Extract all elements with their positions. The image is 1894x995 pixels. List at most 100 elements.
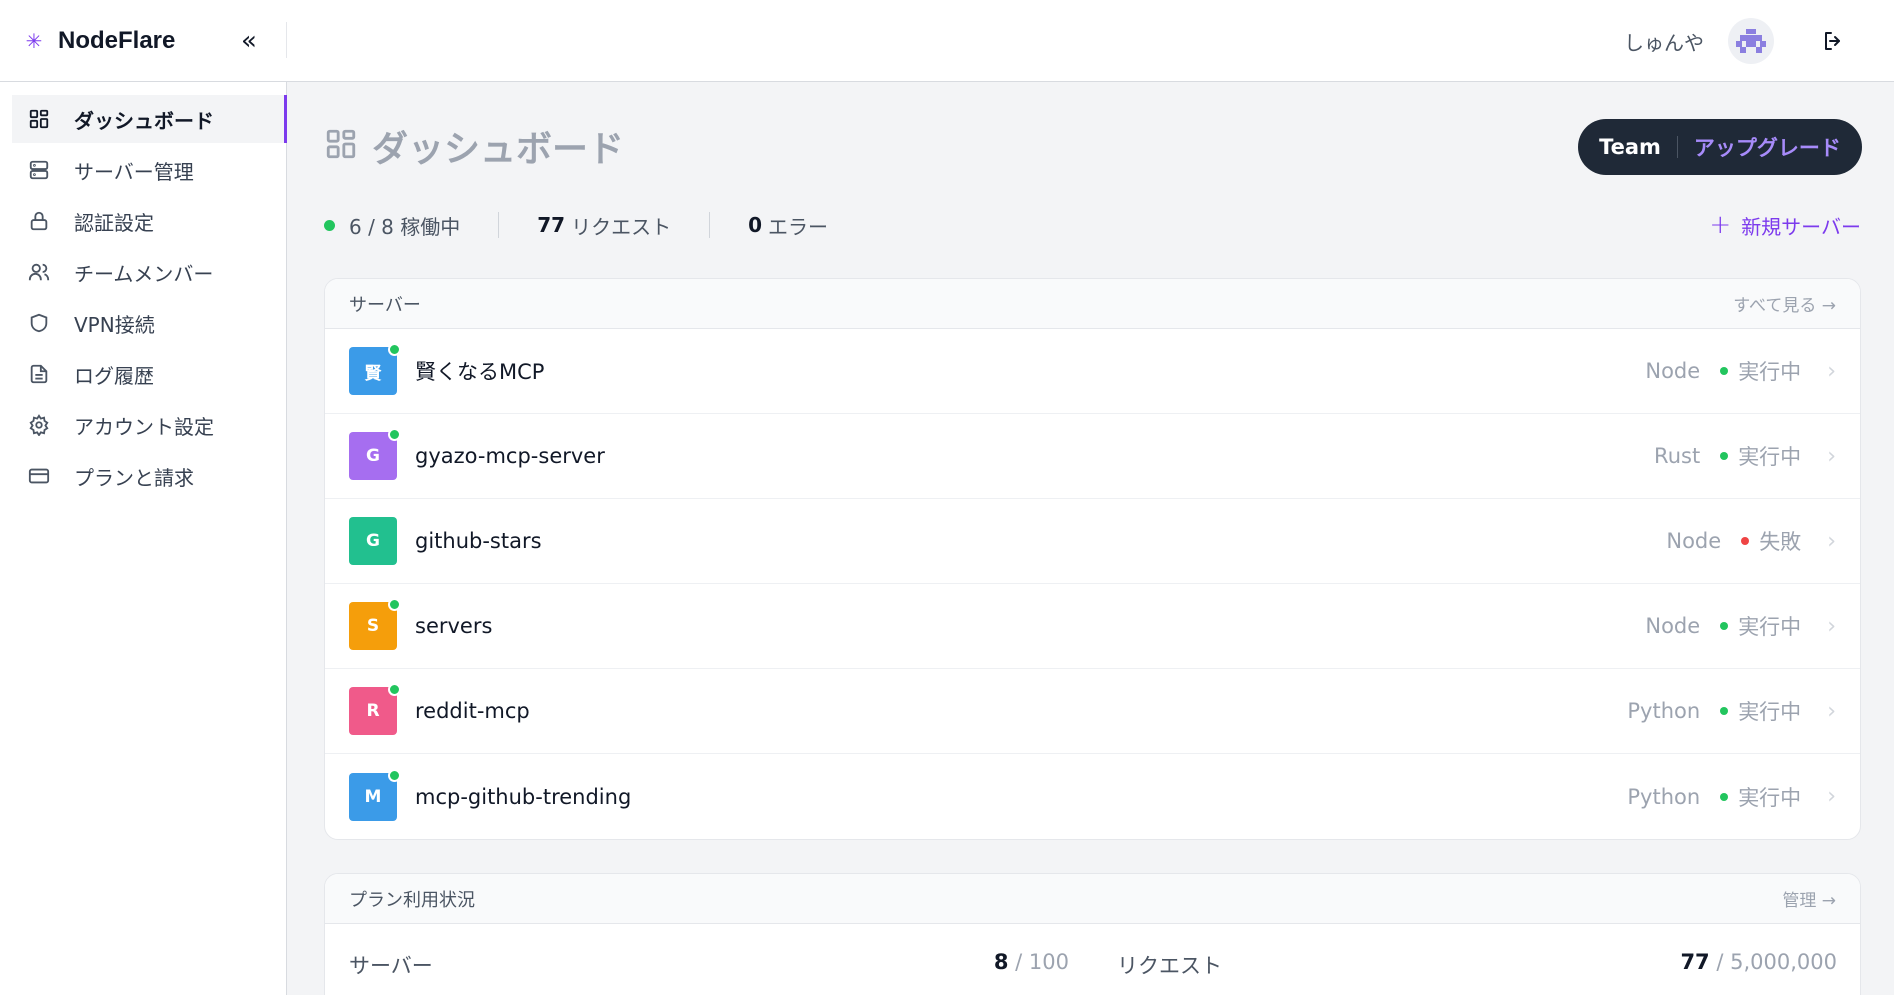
page-title-text: ダッシュボード: [372, 129, 625, 170]
usage-requests-label: リクエスト: [1117, 954, 1222, 978]
plan-upgrade-pill[interactable]: Team アップグレード: [1578, 119, 1862, 175]
server-list: 賢 賢くなるMCP Node 実行中 › Ggyazo-mcp-server Rust 実行中…: [325, 329, 1860, 839]
sidebar-item-vpn[interactable]: VPN接続: [12, 299, 286, 347]
sidebar-item-label: サーバー管理: [74, 159, 194, 184]
server-row[interactable]: Mmcp-github-trending Python 実行中 ›: [325, 754, 1860, 839]
server-initial: S: [366, 616, 380, 636]
stat-requests-value: 77: [537, 213, 566, 237]
username: しゅんや: [1624, 30, 1704, 55]
shield-icon: [26, 310, 52, 336]
servers-card-header: サーバー すべて見る →: [325, 279, 1860, 329]
sidebar-item-label: ダッシュボード: [74, 108, 214, 133]
server-status: 実行中: [1720, 356, 1801, 386]
stats-bar: 6 / 8 稼働中 77 リクエスト 0 エラー: [324, 208, 828, 242]
view-all-link[interactable]: すべて見る →: [1733, 291, 1836, 316]
chevron-right-icon: ›: [1827, 443, 1836, 469]
brand[interactable]: ✳ NodeFlare: [24, 0, 176, 82]
online-dot-icon: [388, 428, 401, 441]
server-row[interactable]: Rreddit-mcp Python 実行中 ›: [325, 669, 1860, 754]
server-avatar: M: [349, 768, 401, 821]
server-initial: G: [366, 531, 380, 551]
stat-requests: 77 リクエスト: [537, 211, 671, 240]
online-dot-icon: [388, 683, 401, 696]
stat-errors-label: エラー: [768, 214, 829, 239]
users-icon: [26, 259, 52, 285]
collapse-sidebar-button[interactable]: «: [232, 24, 266, 58]
server-name: 賢くなるMCP: [415, 360, 545, 384]
server-initial: G: [366, 446, 380, 466]
server-status-text: 実行中: [1738, 700, 1802, 724]
server-status-text: 実行中: [1738, 445, 1802, 469]
upgrade-button[interactable]: アップグレード: [1694, 132, 1841, 162]
stat-requests-label: リクエスト: [571, 214, 672, 239]
sidebar-item-label: チームメンバー: [74, 261, 214, 286]
usage-requests-limit: / 5,000,000: [1716, 950, 1837, 974]
usage-servers-limit: / 100: [1015, 950, 1069, 974]
server-name: mcp-github-trending: [415, 784, 632, 809]
server-status: 実行中: [1720, 782, 1801, 812]
pixel-avatar-icon: [1736, 29, 1766, 53]
sidebar-item-auth[interactable]: 認証設定: [12, 197, 286, 245]
server-avatar: 賢: [349, 343, 401, 395]
avatar[interactable]: [1728, 18, 1774, 64]
server-runtime: Rust: [1654, 444, 1701, 468]
server-status: 実行中: [1720, 441, 1801, 471]
usage-servers-used: 8: [993, 950, 1009, 974]
server-avatar: G: [349, 428, 401, 480]
dashboard-grid-icon: [26, 106, 52, 132]
sidebar-item-team[interactable]: チームメンバー: [12, 248, 286, 296]
chevron-right-icon: ›: [1827, 698, 1836, 724]
server-status: 失敗: [1741, 526, 1801, 556]
server-row[interactable]: Ggyazo-mcp-server Rust 実行中 ›: [325, 414, 1860, 499]
page-title: ダッシュボード: [324, 124, 624, 170]
server-status-text: 実行中: [1738, 785, 1802, 810]
new-server-button[interactable]: + 新規サーバー: [1709, 208, 1861, 242]
usage-requests-value: 77 / 5,000,000: [1680, 950, 1837, 980]
manage-link[interactable]: 管理 →: [1782, 886, 1836, 911]
new-server-label: 新規サーバー: [1741, 214, 1861, 239]
sidebar-item-servers[interactable]: サーバー管理: [12, 146, 286, 194]
status-dot-icon: [1720, 367, 1729, 375]
plus-icon: +: [1709, 210, 1732, 240]
server-initial: R: [366, 701, 380, 721]
sidebar-item-label: アカウント設定: [74, 414, 214, 439]
server-runtime: Node: [1666, 529, 1722, 553]
chevron-right-icon: ›: [1827, 528, 1836, 554]
stat-divider: [709, 212, 711, 238]
status-dot-icon: [1720, 452, 1729, 460]
usage-servers-label: サーバー: [349, 954, 433, 978]
credit-card-icon: [26, 463, 52, 489]
server-name: gyazo-mcp-server: [415, 444, 605, 468]
sidebar-item-account[interactable]: アカウント設定: [12, 401, 286, 449]
top-header: ✳ NodeFlare « しゅんや: [0, 0, 1894, 82]
logout-button[interactable]: [1818, 26, 1848, 56]
usage-servers-value: 8 / 100: [994, 950, 1069, 980]
chevron-right-icon: ›: [1827, 358, 1836, 384]
chevron-right-icon: ›: [1827, 613, 1836, 639]
server-name: github-stars: [415, 529, 542, 553]
sidebar-item-billing[interactable]: プランと請求: [12, 452, 286, 500]
usage-requests-used: 77: [1680, 950, 1710, 974]
usage-card: プラン利用状況 管理 → サーバー 8 / 100 リクエスト 77 / 5,0…: [324, 873, 1861, 995]
dashboard-grid-icon: [324, 127, 358, 165]
gear-icon: [26, 412, 52, 438]
status-dot-icon: [1741, 537, 1750, 545]
online-dot-icon: [388, 598, 401, 611]
asterisk-icon: ✳: [25, 29, 43, 53]
server-runtime: Node: [1645, 614, 1701, 638]
server-row[interactable]: 賢 賢くなるMCP Node 実行中 ›: [325, 329, 1860, 414]
server-row[interactable]: Sservers Node 実行中 ›: [325, 584, 1860, 669]
server-avatar: G: [349, 517, 397, 565]
server-runtime: Python: [1627, 784, 1701, 809]
sidebar-item-logs[interactable]: ログ履歴: [12, 350, 286, 398]
status-dot-icon: [1720, 792, 1729, 801]
lock-icon: [26, 208, 52, 234]
chevron-right-icon: ›: [1827, 784, 1836, 809]
double-chevron-left-icon: «: [241, 26, 257, 56]
server-stack-icon: [26, 157, 52, 183]
server-status-text: 実行中: [1738, 360, 1802, 384]
sidebar-item-dashboard[interactable]: ダッシュボード: [12, 95, 287, 143]
server-initial: M: [364, 786, 382, 807]
server-row[interactable]: Ggithub-stars Node 失敗 ›: [325, 499, 1860, 584]
server-avatar: S: [349, 598, 401, 650]
